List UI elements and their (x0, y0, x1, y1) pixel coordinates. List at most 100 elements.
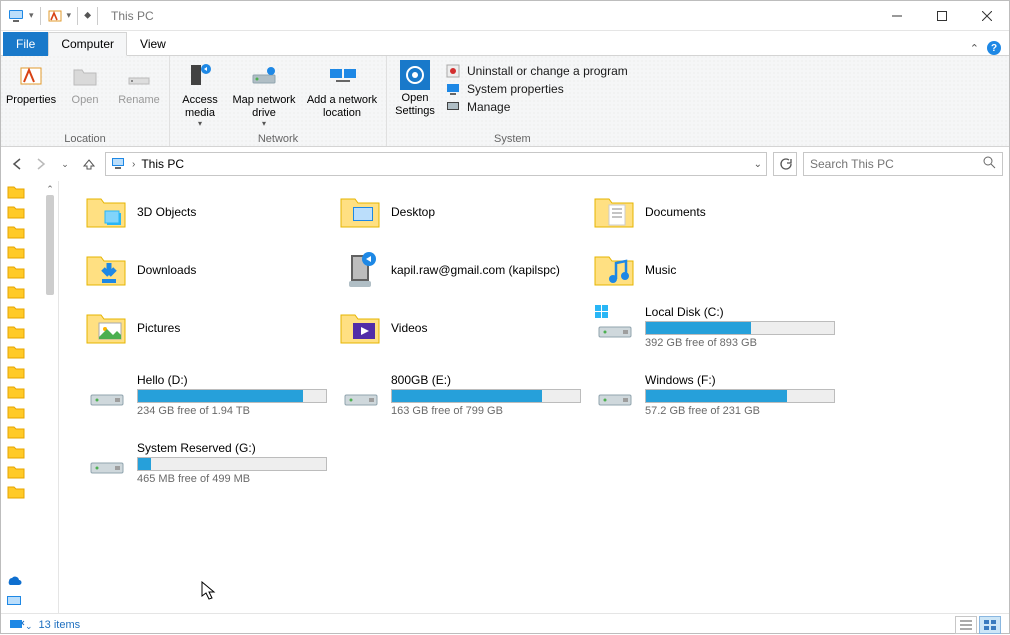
back-button[interactable] (7, 154, 27, 174)
group-label: Location (5, 131, 165, 146)
details-view-button[interactable] (955, 616, 977, 634)
label: Open Settings (393, 92, 437, 117)
label: Properties (6, 94, 56, 107)
drive-free-text: 465 MB free of 499 MB (137, 473, 335, 485)
label: Rename (118, 94, 160, 107)
drive-free-text: 392 GB free of 893 GB (645, 337, 843, 349)
open-settings-button[interactable]: Open Settings (391, 58, 439, 119)
folder-item[interactable]: Music (593, 247, 843, 293)
folder-item[interactable]: kapil.raw@gmail.com (kapilspc) (339, 247, 589, 293)
folder-label: Music (645, 263, 676, 277)
manage-button[interactable]: Manage (445, 99, 628, 115)
tiles-view-button[interactable] (979, 616, 1001, 634)
access-media-button[interactable]: Access media ▾ (174, 58, 226, 130)
qat-dropdown-icon[interactable]: ▾ (67, 10, 72, 21)
folder-icon[interactable] (7, 405, 27, 421)
monitor-icon (445, 81, 461, 97)
map-network-drive-button[interactable]: Map network drive ▾ (228, 58, 300, 130)
uninstall-program-button[interactable]: Uninstall or change a program (445, 63, 628, 79)
history-dropdown-icon[interactable]: ⌄ (55, 154, 75, 174)
tab-computer[interactable]: Computer (48, 32, 127, 56)
divider (77, 7, 78, 25)
folder-item[interactable]: Pictures (85, 305, 335, 351)
folder-icon[interactable] (7, 325, 27, 341)
folder-item[interactable]: Videos (339, 305, 589, 351)
maximize-button[interactable] (919, 1, 964, 30)
folder-item[interactable]: 3D Objects (85, 189, 335, 235)
drive-item[interactable]: Windows (F:) 57.2 GB free of 231 GB (593, 373, 843, 429)
up-button[interactable] (79, 154, 99, 174)
system-properties-button[interactable]: System properties (445, 81, 628, 97)
uninstall-icon (445, 63, 461, 79)
folder-item[interactable]: Desktop (339, 189, 589, 235)
add-network-location-button[interactable]: Add a network location (302, 58, 382, 130)
folder-label: Documents (645, 205, 706, 219)
tab-view[interactable]: View (127, 32, 179, 56)
qat-dropdown-icon[interactable]: ▾ (29, 10, 34, 21)
breadcrumb[interactable]: This PC (141, 157, 184, 171)
label: Access media (176, 94, 224, 119)
drive-name: Windows (F:) (645, 373, 843, 387)
drive-item[interactable]: Local Disk (C:) 392 GB free of 893 GB (593, 305, 843, 361)
qat-customize-icon[interactable]: ⬥ (84, 10, 91, 21)
this-pc-icon (110, 155, 126, 174)
open-folder-icon (69, 60, 101, 92)
drive-item[interactable]: Hello (D:) 234 GB free of 1.94 TB (85, 373, 335, 429)
chevron-right-icon[interactable]: › (132, 159, 135, 170)
forward-button[interactable] (31, 154, 51, 174)
drive-free-text: 163 GB free of 799 GB (391, 405, 589, 417)
rename-button[interactable]: Rename (113, 58, 165, 109)
folder-icon[interactable] (7, 305, 27, 321)
folder-icon[interactable] (7, 185, 27, 201)
label: Manage (467, 100, 510, 114)
window-title: This PC (111, 9, 154, 23)
refresh-button[interactable] (773, 152, 797, 176)
folder-icon[interactable] (7, 225, 27, 241)
address-bar[interactable]: › This PC ⌄ (105, 152, 767, 176)
folder-icon[interactable] (7, 345, 27, 361)
close-button[interactable] (964, 1, 1009, 30)
minimize-button[interactable] (874, 1, 919, 30)
collapse-tree-icon[interactable]: ⌄ (9, 617, 33, 632)
tab-file[interactable]: File (3, 32, 48, 56)
folder-item[interactable]: Downloads (85, 247, 335, 293)
drive-item[interactable]: System Reserved (G:) 465 MB free of 499 … (85, 441, 335, 497)
folder-icon (593, 191, 635, 233)
folder-icon[interactable] (7, 425, 27, 441)
titlebar: ▾ ▾ ⬥ This PC (1, 1, 1009, 31)
drive-usage-bar (645, 389, 835, 403)
folder-icon (85, 249, 127, 291)
tree-scrollbar[interactable]: ⌃ (42, 181, 58, 613)
folder-item[interactable]: Documents (593, 189, 843, 235)
properties-button[interactable]: Properties (5, 58, 57, 109)
folder-icon[interactable] (7, 385, 27, 401)
open-button[interactable]: Open (59, 58, 111, 109)
help-icon[interactable]: ? (987, 41, 1001, 55)
drive-item[interactable]: 800GB (E:) 163 GB free of 799 GB (339, 373, 589, 429)
folder-icon[interactable] (7, 285, 27, 301)
onedrive-icon[interactable] (5, 573, 23, 588)
group-label: Network (174, 131, 382, 146)
address-dropdown-icon[interactable]: ⌄ (754, 159, 762, 170)
folder-label: Pictures (137, 321, 180, 335)
search-input[interactable] (810, 157, 996, 171)
collapse-ribbon-icon[interactable]: ⌃ (970, 42, 979, 55)
content-pane[interactable]: 3D Objects Desktop Documents Downloadskapil… (59, 181, 1009, 613)
search-box[interactable] (803, 152, 1003, 176)
navigation-tree[interactable]: ⌃ (1, 181, 59, 613)
folder-icon[interactable] (7, 485, 27, 501)
folder-icon[interactable] (7, 245, 27, 261)
folder-label: 3D Objects (137, 205, 196, 219)
properties-qat-icon[interactable] (47, 8, 63, 24)
drive-usage-bar (137, 457, 327, 471)
folder-icon[interactable] (7, 365, 27, 381)
this-pc-tree-icon[interactable] (5, 594, 23, 611)
folder-icon[interactable] (7, 265, 27, 281)
monitor-icon[interactable] (7, 7, 25, 25)
folder-icon[interactable] (7, 205, 27, 221)
folder-icon[interactable] (7, 465, 27, 481)
scrollbar-thumb[interactable] (46, 195, 54, 295)
folder-icon[interactable] (7, 445, 27, 461)
drive-free-text: 57.2 GB free of 231 GB (645, 405, 843, 417)
network-drive-icon (248, 60, 280, 92)
